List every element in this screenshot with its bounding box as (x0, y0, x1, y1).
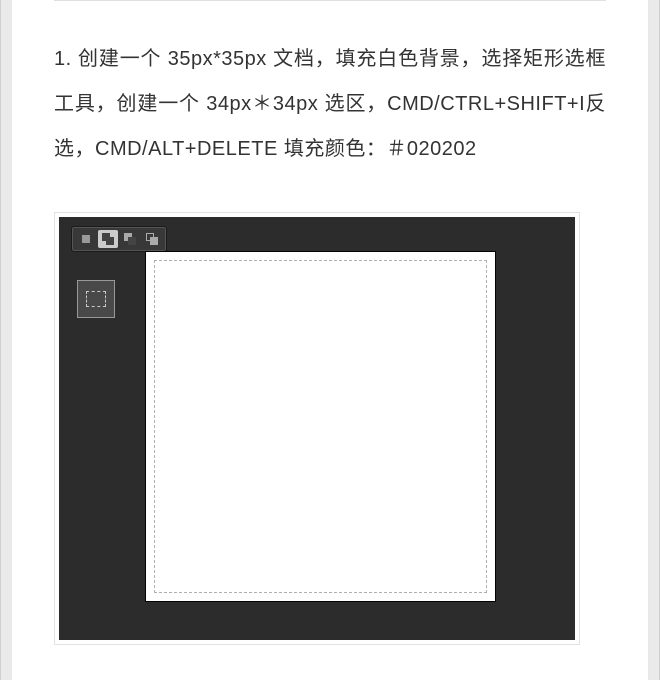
add-selection-icon (102, 233, 114, 245)
document-canvas[interactable] (145, 251, 496, 602)
new-selection-icon (82, 235, 90, 243)
tool-panel (77, 280, 115, 318)
selection-mode-toolbar (71, 226, 167, 252)
divider (54, 0, 606, 1)
mode-subtract-selection-button[interactable] (120, 230, 140, 248)
rectangular-marquee-icon[interactable] (86, 291, 106, 307)
subtract-selection-icon (124, 233, 136, 245)
content-card: 1. 创建一个 35px*35px 文档，填充白色背景，选择矩形选框工具，创建一… (11, 0, 649, 680)
screenshot-frame (54, 212, 580, 645)
page-outer: 1. 创建一个 35px*35px 文档，填充白色背景，选择矩形选框工具，创建一… (0, 0, 660, 680)
mode-new-selection-button[interactable] (76, 230, 96, 248)
intersect-selection-icon (146, 233, 158, 245)
photoshop-canvas-area (59, 217, 575, 640)
step-1-instruction: 1. 创建一个 35px*35px 文档，填充白色背景，选择矩形选框工具，创建一… (54, 37, 606, 172)
mode-add-selection-button[interactable] (98, 230, 118, 248)
mode-intersect-selection-button[interactable] (142, 230, 162, 248)
marquee-selection-outline (154, 260, 487, 593)
